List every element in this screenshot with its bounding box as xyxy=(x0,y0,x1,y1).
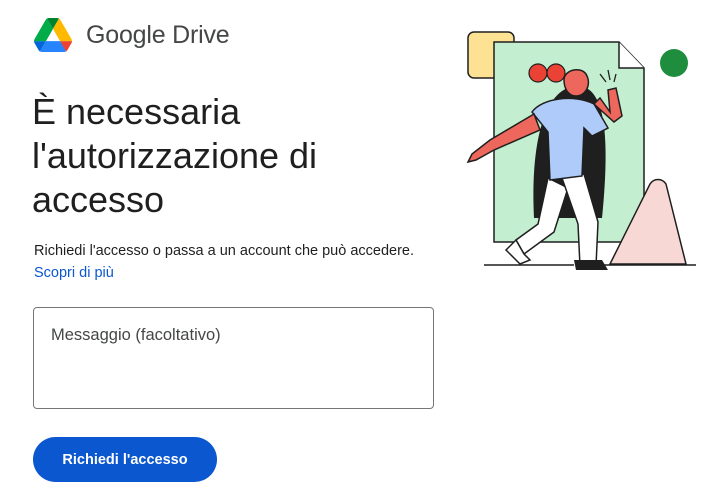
page-subtitle: Richiedi l'accesso o passa a un account … xyxy=(34,240,414,284)
brand-header: Google Drive xyxy=(34,16,230,54)
access-denied-page: Google Drive È necessaria l'autorizzazio… xyxy=(0,0,703,492)
person-stepping-out-of-document-illustration-icon xyxy=(464,28,698,270)
learn-more-link[interactable]: Scopri di più xyxy=(34,265,114,281)
subtitle-text: Richiedi l'accesso o passa a un account … xyxy=(34,243,415,259)
message-field[interactable] xyxy=(33,307,434,409)
page-title: È necessaria l'autorizzazione di accesso xyxy=(32,91,318,220)
brand-name: Google Drive xyxy=(86,20,230,49)
request-access-button[interactable]: Richiedi l'accesso xyxy=(33,437,217,482)
google-drive-logo-icon xyxy=(34,18,72,52)
